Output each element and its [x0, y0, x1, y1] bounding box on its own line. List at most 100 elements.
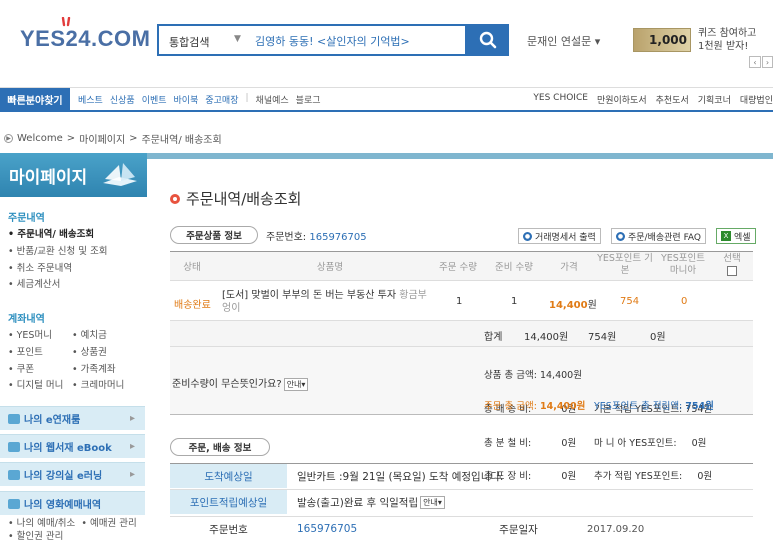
quick-category-button[interactable]: 빠른분야찾기: [0, 88, 70, 111]
pager-prev-button[interactable]: ‹: [749, 56, 761, 68]
order-number-value[interactable]: 165976705: [287, 517, 357, 541]
detail-line: 총 분 철 비: 0원: [484, 437, 577, 449]
excel-button[interactable]: X 엑셀: [716, 228, 756, 244]
col-point-mania: YES포인트 마니아: [660, 253, 706, 276]
user-link[interactable]: 문재인 연설문 ▾: [527, 33, 600, 49]
point-date-label: 포인트적립예상일: [170, 490, 287, 514]
sidebar-box-label: 나의 웹서재 eBook: [24, 443, 112, 454]
e-serial-icon: [8, 413, 20, 424]
title-bullet-icon: [170, 193, 180, 204]
sum-label: 합계: [484, 332, 503, 343]
total-point-line: YES포인트 총 적립액: 754원: [594, 401, 714, 412]
faq-button[interactable]: ● 주문/배송관련 FAQ: [611, 228, 707, 244]
sidebar-item-point[interactable]: • 포인트: [8, 344, 72, 358]
sidebar-item-crema-money[interactable]: • 크레마머니: [72, 377, 136, 391]
order-number-link[interactable]: 165976705: [309, 232, 366, 243]
sidebar-item-label: YES머니: [16, 330, 52, 341]
nav-link-best[interactable]: 베스트: [78, 93, 103, 106]
point-mania: 0: [681, 296, 688, 307]
nav-divider: |: [245, 93, 249, 103]
breadcrumb-mypage[interactable]: 마이페이지: [79, 131, 125, 146]
sidebar-item-coupon[interactable]: • 쿠폰: [8, 361, 72, 375]
sidebar-row: • 나의 예매/취소 • 예매권 관리: [8, 518, 137, 529]
nav-link-bulk[interactable]: 대량법인: [740, 93, 773, 106]
sidebar-item-family-account[interactable]: • 가족계좌: [72, 361, 136, 375]
logo-text: YES24: [20, 26, 91, 51]
search-input[interactable]: [255, 34, 455, 47]
nav-link-special[interactable]: 기획코너: [698, 93, 731, 106]
sidebar-item-order-status[interactable]: • 주문내역/ 배송조회: [8, 226, 94, 240]
pager-next-button[interactable]: ›: [762, 56, 773, 68]
classroom-icon: [8, 469, 20, 480]
sidebar-box-e-serial[interactable]: 나의 e연재룸 ▸: [0, 406, 145, 430]
col-point-basic: YES포인트 기본: [597, 253, 653, 276]
logo-mark-icon: [61, 17, 71, 27]
breadcrumb-welcome[interactable]: Welcome: [17, 133, 63, 144]
guide-button[interactable]: 안내▾: [283, 378, 309, 391]
product-name-link[interactable]: [도서] 맞벌이 부부의 돈 버는 부동산 투자: [222, 290, 396, 301]
info-icon: ●: [523, 231, 532, 241]
arrival-date-label: 도착예상일: [170, 464, 287, 488]
chevron-left-icon: ‹: [753, 57, 757, 67]
sidebar-box-e-learning[interactable]: 나의 강의실 e러닝 ▸: [0, 462, 145, 486]
detail-right: 기본 적립 YES포인트: 754원 마 니 아 YES포인트: 0원 추가 적…: [594, 348, 712, 494]
nav-link-new[interactable]: 신상품: [110, 93, 135, 106]
point-date-text: 발송(출고)완료 후 익일적립: [297, 496, 419, 509]
col-order-qty: 주문 수량: [439, 262, 477, 273]
chevron-right-icon: ›: [765, 57, 770, 67]
search-category-select[interactable]: 통합검색: [169, 34, 209, 50]
sidebar-item-gift-card[interactable]: • 상품권: [72, 344, 136, 358]
sidebar-item-tax-invoice[interactable]: • 세금계산서: [8, 276, 60, 290]
price-unit: 원: [587, 300, 597, 311]
sidebar-row: • YES머니 • 예치금: [8, 327, 138, 341]
sidebar-item-label: 주문내역/ 배송조회: [17, 229, 95, 240]
nav-link-yes-choice[interactable]: YES CHOICE: [533, 93, 588, 106]
col-select: 선택: [723, 253, 741, 264]
breadcrumb: ▶ Welcome > 마이페이지 > 주문내역/ 배송조회: [4, 131, 222, 146]
point-date-value: 발송(출고)완료 후 익일적립 안내▾: [287, 490, 445, 514]
nav-link-blog[interactable]: 블로그: [296, 93, 321, 106]
tab-delivery-info[interactable]: 주문, 배송 정보: [170, 438, 270, 456]
sidebar-box-label: 나의 강의실 e러닝: [24, 471, 103, 482]
nav-link-buybook[interactable]: 바이북: [174, 93, 199, 106]
chevron-down-icon[interactable]: ▼: [234, 34, 241, 44]
select-all-checkbox[interactable]: [727, 266, 737, 276]
table-divider: [170, 280, 753, 281]
sidebar-box-movie[interactable]: 나의 영화예매내역: [0, 491, 145, 515]
print-receipt-button[interactable]: ● 거래명세서 출력: [518, 228, 601, 244]
nav-link-channel-yes[interactable]: 채널예스: [256, 93, 289, 106]
search-button[interactable]: [467, 24, 509, 56]
nav-links: 베스트 신상품 이벤트 바이북 중고매장 | 채널예스 블로그: [78, 93, 321, 106]
nav-link-used[interactable]: 중고매장: [205, 93, 238, 106]
sidebar-item-ticket-manage[interactable]: 예매권 관리: [90, 518, 137, 529]
promo-text[interactable]: 퀴즈 참여하고 1천원 받자!: [698, 27, 756, 53]
sidebar-item-yes-money[interactable]: • YES머니: [8, 327, 72, 341]
promo-amount: 1,000: [649, 33, 687, 47]
sidebar-item-deposit[interactable]: • 예치금: [72, 327, 136, 341]
sidebar-item-label: 세금계산서: [16, 279, 61, 290]
sidebar-item-discount-manage[interactable]: • 할인권 관리: [8, 528, 63, 542]
nav-link-recommended[interactable]: 추천도서: [656, 93, 689, 106]
sidebar-box-ebook[interactable]: 나의 웹서재 eBook ▸: [0, 434, 145, 458]
sidebar-item-cancelled[interactable]: • 취소 주문내역: [8, 260, 72, 274]
nav-link-event[interactable]: 이벤트: [142, 93, 167, 106]
product-cell: [도서] 맞벌이 부부의 돈 버는 부동산 투자 황금부엉이: [222, 289, 432, 315]
guide-button[interactable]: 안내▾: [420, 495, 445, 509]
excel-icon: X: [721, 231, 731, 241]
order-qty: 1: [456, 296, 463, 307]
search-icon: [479, 31, 497, 49]
price-value: 14,400: [549, 300, 588, 311]
promo-line1: 퀴즈 참여하고: [698, 28, 757, 39]
book-icon: [103, 163, 137, 186]
sidebar-item-returns[interactable]: • 반품/교환 신청 및 조회: [8, 243, 108, 257]
detail-line: 추가 적립 YES포인트: 0원: [594, 471, 713, 483]
search-box: 통합검색 ▼: [157, 24, 467, 56]
tab-order-items[interactable]: 주문상품 정보: [170, 226, 258, 244]
promo-image[interactable]: 1,000: [633, 28, 691, 52]
main-nav: 빠른분야찾기 베스트 신상품 이벤트 바이북 중고매장 | 채널예스 블로그 Y…: [0, 87, 773, 112]
sidebar-row: • 쿠폰 • 가족계좌: [8, 361, 138, 375]
yes24-logo[interactable]: YES24.COM: [20, 26, 150, 52]
sidebar-item-digital-money[interactable]: • 디지털 머니: [8, 377, 72, 391]
chevron-right-icon: ▸: [129, 469, 135, 480]
nav-link-under-10000[interactable]: 만원이하도서: [597, 93, 647, 106]
